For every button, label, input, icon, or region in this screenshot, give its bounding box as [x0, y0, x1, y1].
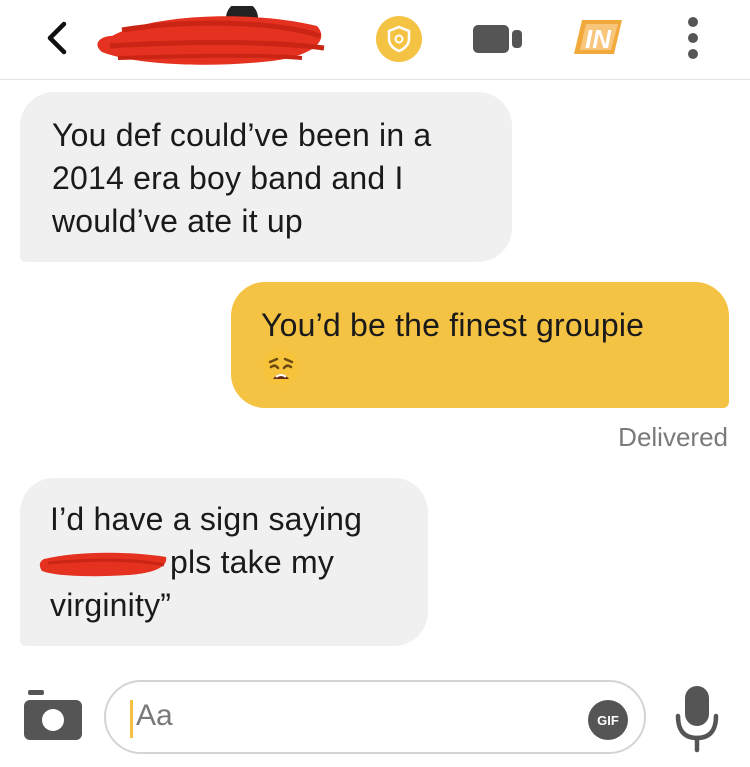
message-text: 2014 era boy band and I — [52, 160, 404, 196]
chat-header: IN — [0, 0, 750, 80]
message-text: You def could’ve been in a — [52, 117, 432, 153]
message-input-placeholder: Aa — [136, 699, 173, 732]
video-camera-icon[interactable] — [472, 22, 524, 56]
message-text: virginity” — [50, 587, 172, 623]
chevron-left-icon[interactable] — [40, 18, 76, 58]
shield-icon — [387, 25, 411, 53]
message-input[interactable]: Aa GIF — [104, 680, 646, 754]
gif-button[interactable]: GIF — [588, 700, 628, 740]
redacted-text-scribble — [39, 552, 167, 577]
in-badge-icon[interactable]: IN — [574, 18, 624, 56]
message-text: I’d have a sign saying — [50, 501, 363, 537]
weary-face-emoji — [263, 349, 299, 385]
microphone-icon[interactable] — [674, 684, 720, 754]
message-text: would’ve ate it up — [52, 203, 303, 239]
delivery-status: Delivered — [618, 422, 728, 452]
message-text: You’d be the finest groupie — [261, 307, 645, 343]
message-bubble-outgoing[interactable]: You’d be the finest groupie — [231, 282, 729, 408]
more-vertical-icon[interactable] — [682, 16, 704, 60]
message-bubble-incoming[interactable]: I’d have a sign saying pls take my virgi… — [20, 478, 428, 646]
message-bubble-incoming[interactable]: You def could’ve been in a 2014 era boy … — [20, 92, 512, 262]
in-badge-text: IN — [585, 24, 612, 54]
safety-shield-button[interactable] — [376, 16, 422, 62]
message-text: pls take my — [170, 544, 335, 580]
camera-icon[interactable] — [22, 690, 84, 742]
redacted-contact-name[interactable] — [92, 6, 332, 68]
text-cursor — [130, 700, 133, 738]
